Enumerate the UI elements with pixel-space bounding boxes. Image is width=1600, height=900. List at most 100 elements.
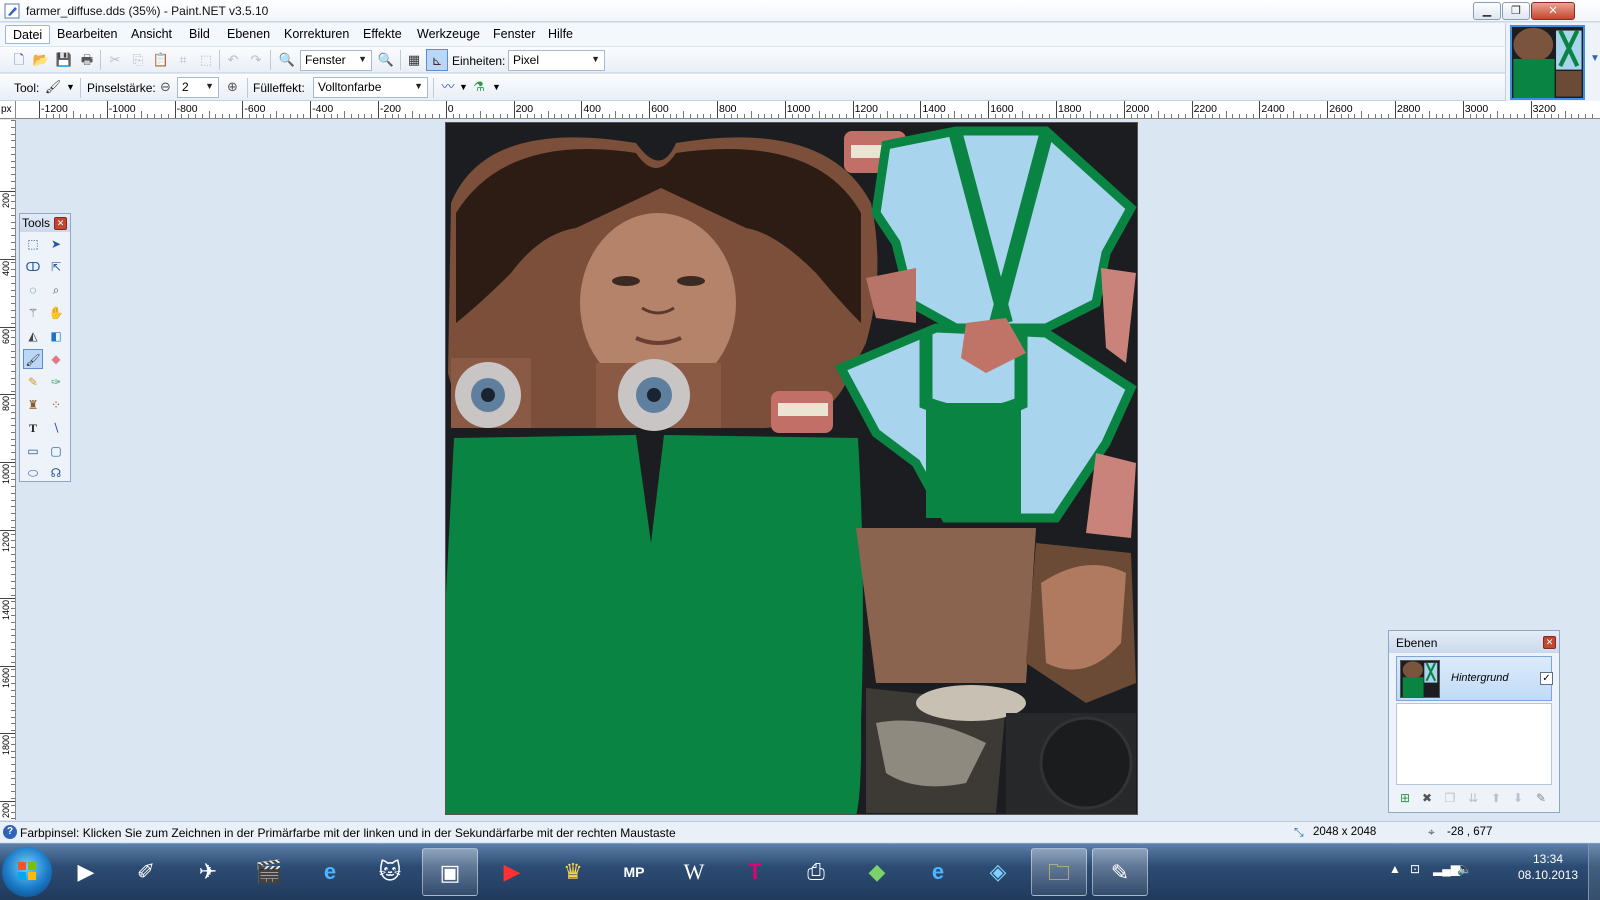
minimize-button[interactable]: ▁ xyxy=(1473,2,1501,20)
units-combobox[interactable]: Pixel ▼ xyxy=(508,50,605,71)
taskbar-media-player-icon[interactable]: ▶ xyxy=(58,848,114,896)
paint-bucket-icon[interactable]: ◭ xyxy=(23,326,43,346)
open-file-icon[interactable]: 📂 xyxy=(30,49,52,71)
new-file-icon[interactable]: 🗋 xyxy=(8,49,30,71)
taskbar-wikipedia-icon[interactable]: W xyxy=(666,848,722,896)
menu-bearbeiten[interactable]: Bearbeiten xyxy=(50,25,124,44)
start-button[interactable] xyxy=(2,847,52,897)
zoom-in-icon[interactable]: 🔍 xyxy=(375,49,397,71)
ellipse-icon[interactable]: ⬭ xyxy=(23,463,43,483)
lasso-select-icon[interactable]: ↀ xyxy=(23,257,43,277)
undo-icon[interactable]: ↶ xyxy=(222,49,244,71)
layer-row[interactable]: Hintergrund ✓ xyxy=(1396,656,1553,701)
redo-icon[interactable]: ↷ xyxy=(245,49,267,71)
line-curve-icon[interactable]: ∖ xyxy=(46,418,66,438)
menu-hilfe[interactable]: Hilfe xyxy=(541,25,580,44)
taskbar-paint-tool-icon[interactable]: ✐ xyxy=(118,848,174,896)
merge-down-icon[interactable]: ⇊ xyxy=(1465,790,1481,806)
copy-icon[interactable]: ⎘ xyxy=(127,49,149,71)
taskbar-cat-app-icon[interactable]: 🐱 xyxy=(362,848,418,896)
volume-icon[interactable]: 🔈 xyxy=(1457,862,1472,876)
layers-window-header[interactable]: Ebenen xyxy=(1389,631,1559,653)
taskbar-king-game-icon[interactable]: ♛ xyxy=(545,848,601,896)
duplicate-layer-icon[interactable]: ❐ xyxy=(1442,790,1458,806)
layer-visibility-checkbox[interactable]: ✓ xyxy=(1540,672,1553,685)
zoom-icon[interactable]: ⌕ xyxy=(46,280,66,300)
close-icon[interactable]: ✕ xyxy=(1543,636,1556,649)
menu-ansicht[interactable]: Ansicht xyxy=(124,25,179,44)
taskbar-file-explorer-icon[interactable]: 🗀 xyxy=(1031,848,1087,896)
move-selected-icon[interactable]: ⇱ xyxy=(46,257,66,277)
taskbar-youtube-icon[interactable]: ▶ xyxy=(484,848,540,896)
increase-width-icon[interactable]: ⊕ xyxy=(227,79,238,95)
antialiasing-icon[interactable]: 〰 xyxy=(437,76,459,98)
thumbnail-scroll-icon[interactable]: ▼ xyxy=(1590,53,1600,64)
rounded-rectangle-icon[interactable]: ▢ xyxy=(46,441,66,461)
network-adapter-icon[interactable]: ⊡ xyxy=(1410,862,1420,876)
pan-icon[interactable]: ✋ xyxy=(46,303,66,323)
decrease-width-icon[interactable]: ⊖ xyxy=(160,79,171,95)
menu-fenster[interactable]: Fenster xyxy=(486,25,542,44)
add-layer-icon[interactable]: ⊞ xyxy=(1397,790,1413,806)
taskbar-scanner-icon[interactable]: ⎙ xyxy=(788,848,844,896)
menu-ebenen[interactable]: Ebenen xyxy=(220,25,277,44)
maximize-button[interactable]: ❐ xyxy=(1502,2,1530,20)
paste-icon[interactable]: 📋 xyxy=(150,49,172,71)
taskbar-telekom-icon[interactable]: T xyxy=(727,848,783,896)
freeform-shape-icon[interactable]: ☊ xyxy=(46,463,66,483)
brush-width-combobox[interactable]: 2 ▼ xyxy=(177,77,219,98)
gradient-icon[interactable]: ◧ xyxy=(46,326,66,346)
menu-effekte[interactable]: Effekte xyxy=(356,25,409,44)
move-layer-down-icon[interactable]: ⬇ xyxy=(1510,790,1526,806)
taskbar-airplane-game-icon[interactable]: ✈ xyxy=(180,848,236,896)
signal-icon[interactable]: ▂▄▆ xyxy=(1433,862,1460,876)
deselect-icon[interactable]: ⬚ xyxy=(195,49,217,71)
cut-icon[interactable]: ✂ xyxy=(104,49,126,71)
print-icon[interactable]: 🖶 xyxy=(76,49,98,71)
menu-werkzeuge[interactable]: Werkzeuge xyxy=(410,25,487,44)
tray-expand-icon[interactable]: ▲ xyxy=(1389,862,1401,876)
image-canvas[interactable] xyxy=(445,122,1138,815)
zoom-combobox[interactable]: Fenster ▼ xyxy=(300,50,372,71)
layer-properties-icon[interactable]: ✎ xyxy=(1533,790,1549,806)
image-thumbnail[interactable] xyxy=(1510,25,1585,100)
chevron-down-icon[interactable]: ▼ xyxy=(66,82,75,92)
text-icon[interactable]: T xyxy=(23,418,43,438)
magic-wand-icon[interactable]: ⚚ xyxy=(23,303,43,323)
taskbar-movie-app-icon[interactable]: 🎬 xyxy=(241,848,297,896)
taskbar-cube-app-icon[interactable]: ◈ xyxy=(970,848,1026,896)
close-button[interactable]: ✕ xyxy=(1531,2,1575,20)
menu-datei[interactable]: Datei xyxy=(5,25,51,44)
rulers-icon[interactable]: ⊾ xyxy=(426,49,448,71)
paintbrush-icon[interactable]: 🖌 xyxy=(23,349,43,369)
rectangle-icon[interactable]: ▭ xyxy=(23,441,43,461)
fill-combobox[interactable]: Volltonfarbe ▼ xyxy=(313,77,428,98)
show-desktop-button[interactable] xyxy=(1588,844,1600,900)
eraser-icon[interactable]: ◆ xyxy=(46,349,66,369)
clock[interactable]: 13:34 08.10.2013 xyxy=(1513,851,1583,883)
taskbar-internet-explorer-2-icon[interactable]: e xyxy=(910,848,966,896)
paint-net-app-icon[interactable] xyxy=(4,3,20,19)
blend-mode-icon[interactable]: ⚗ xyxy=(468,76,490,98)
recolor-icon[interactable]: ⁘ xyxy=(46,395,66,415)
rectangle-select-icon[interactable]: ⬚ xyxy=(23,234,43,254)
ellipse-select-icon[interactable]: ◌ xyxy=(23,280,43,300)
color-picker-icon[interactable]: ✑ xyxy=(46,372,66,392)
grid-icon[interactable]: ▦ xyxy=(403,49,425,71)
chevron-down-icon[interactable]: ▼ xyxy=(492,82,501,92)
close-icon[interactable]: ✕ xyxy=(54,217,67,230)
menu-korrekturen[interactable]: Korrekturen xyxy=(277,25,356,44)
move-layer-up-icon[interactable]: ⬆ xyxy=(1488,790,1504,806)
zoom-out-icon[interactable]: 🔍 xyxy=(276,49,298,71)
pencil-icon[interactable]: ✎ xyxy=(23,372,43,392)
crop-icon[interactable]: ⌗ xyxy=(172,49,194,71)
move-selection-icon[interactable]: ➤ xyxy=(46,234,66,254)
taskbar-photo-viewer-icon[interactable]: ▣ xyxy=(422,848,478,896)
paintbrush-icon[interactable]: 🖌 xyxy=(42,76,64,98)
taskbar-mp-app-icon[interactable]: MP xyxy=(606,848,662,896)
taskbar-paint-net-icon[interactable]: ✎ xyxy=(1092,848,1148,896)
menu-bild[interactable]: Bild xyxy=(182,25,217,44)
taskbar-internet-explorer-icon[interactable]: e xyxy=(302,848,358,896)
save-icon[interactable]: 💾 xyxy=(53,49,75,71)
delete-layer-icon[interactable]: ✖ xyxy=(1419,790,1435,806)
